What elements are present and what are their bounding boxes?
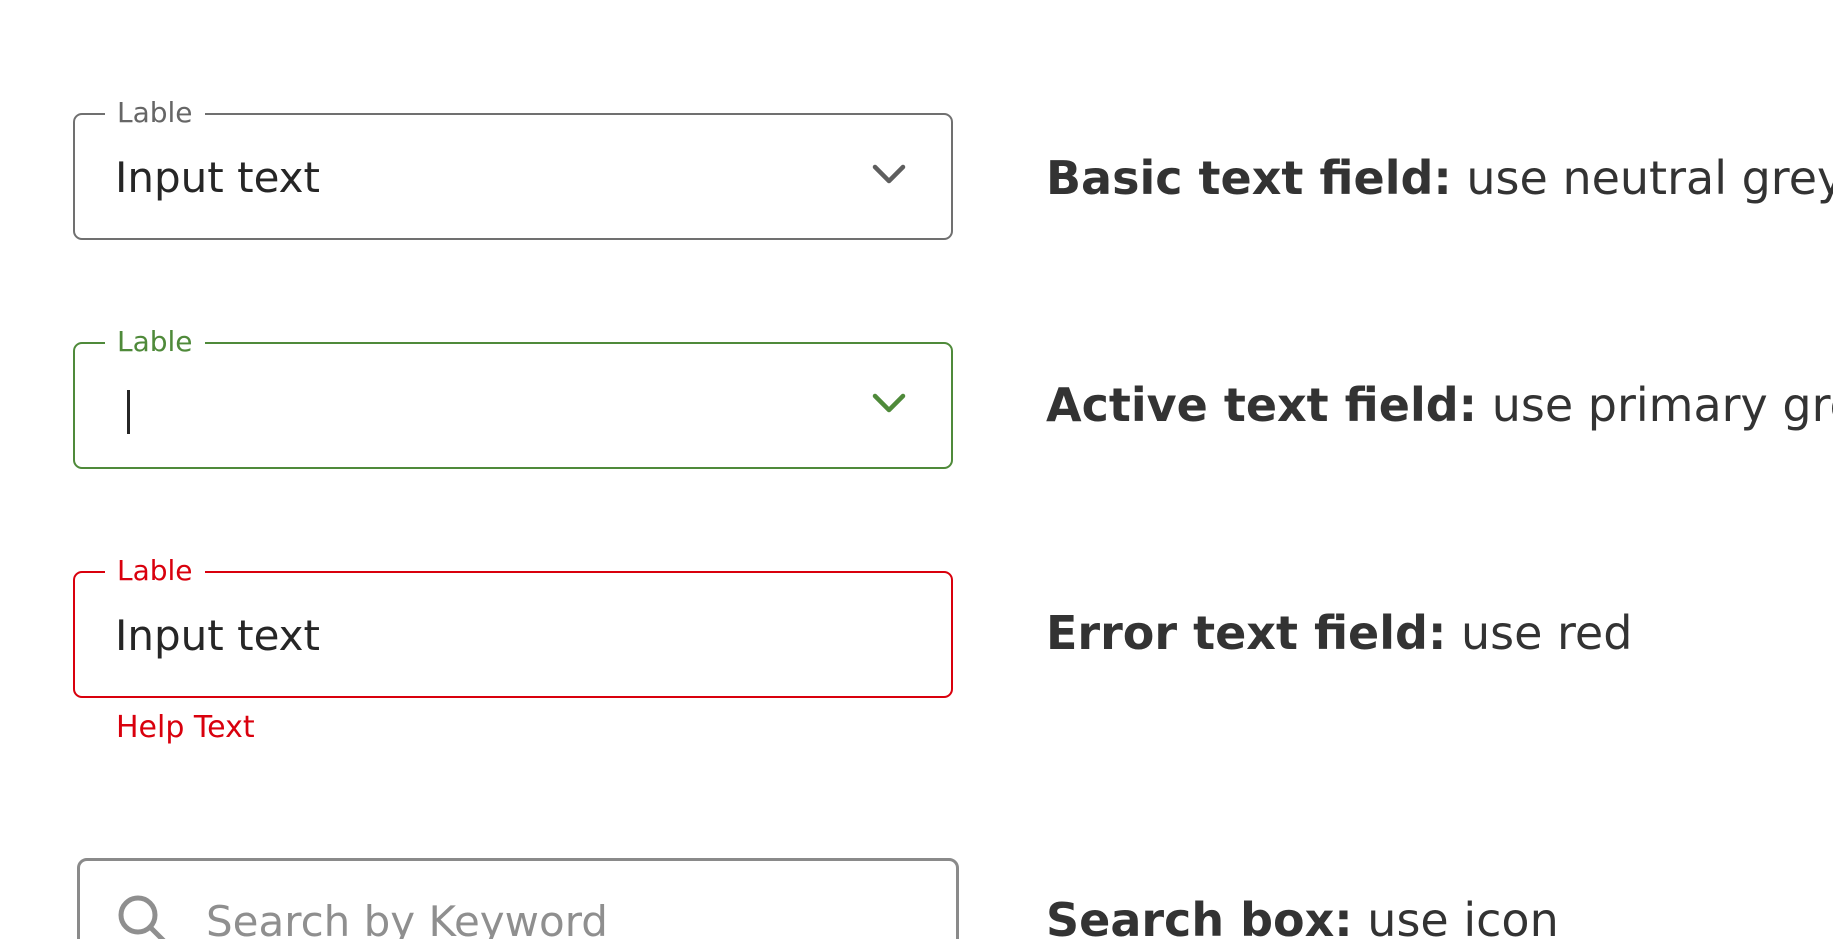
basic-text-field[interactable]: Lable Input text [73,96,953,240]
active-field-description-title: Active text field: [1046,378,1478,432]
error-field-label: Lable [105,554,205,588]
error-help-text: Help Text [116,710,255,745]
search-box-description-text: use icon [1352,893,1559,939]
active-field-description: Active text field: use primary green [1046,377,1833,433]
search-box-description: Search box: use icon [1046,892,1559,939]
active-text-field[interactable]: Lable [73,325,953,469]
search-box[interactable]: Search by Keyword [77,858,959,939]
search-icon [118,895,166,939]
text-cursor [127,390,130,434]
basic-field-value: Input text [115,153,320,202]
error-text-field[interactable]: Lable Input text [73,554,953,698]
design-guide-canvas: Lable Input text Basic text field: use n… [0,0,1833,939]
error-field-value: Input text [115,611,320,660]
basic-field-description-text: use neutral grey [1451,151,1833,205]
basic-field-label: Lable [105,96,205,130]
error-field-description-text: use red [1446,606,1633,660]
active-field-description-text: use primary green [1491,378,1833,432]
error-field-description: Error text field: use red [1046,605,1632,661]
basic-field-description: Basic text field: use neutral grey [1046,150,1833,206]
search-placeholder: Search by Keyword [206,897,608,939]
active-field-label: Lable [105,325,205,359]
chevron-down-icon[interactable] [871,160,907,188]
search-box-description-title: Search box: [1046,893,1353,939]
error-field-description-title: Error text field: [1046,606,1447,660]
chevron-down-icon[interactable] [871,389,907,417]
basic-field-description-title: Basic text field: [1046,151,1452,205]
